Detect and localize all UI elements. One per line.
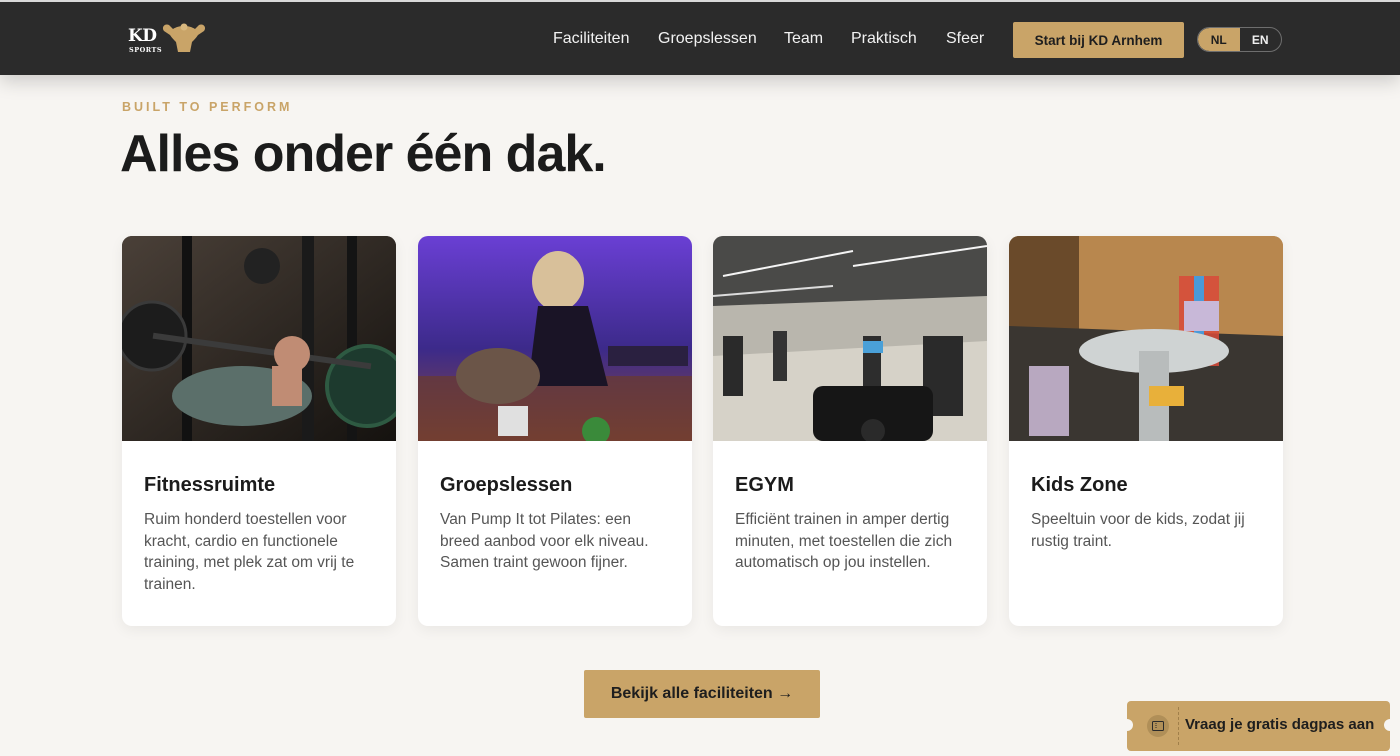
ticket-icon xyxy=(1147,715,1169,737)
ticket-label: Vraag je gratis dagpas aan xyxy=(1185,716,1375,733)
view-all-facilities-button[interactable]: Bekijk alle faciliteiten → xyxy=(584,670,820,718)
bodybuilder-icon xyxy=(162,23,206,52)
facility-card-egym[interactable]: EGYM Efficiënt trainen in amper dertig m… xyxy=(713,236,987,626)
logo-kd-text: KD xyxy=(128,26,157,46)
lang-nl[interactable]: NL xyxy=(1198,28,1240,51)
bench-press-photo xyxy=(122,236,396,441)
language-switcher: NL EN xyxy=(1197,27,1282,52)
facility-card-groepslessen[interactable]: Groepslessen Van Pump It tot Pilates: ee… xyxy=(418,236,692,626)
site-header: KD SPORTS Faciliteiten Groepslessen Team… xyxy=(0,0,1400,75)
nav-link-team[interactable]: Team xyxy=(784,30,823,48)
gym-floor-photo xyxy=(713,236,987,441)
card-title: Groepslessen xyxy=(440,474,573,496)
nav-link-sfeer[interactable]: Sfeer xyxy=(946,30,984,48)
nav-link-praktisch[interactable]: Praktisch xyxy=(851,30,917,48)
card-description: Van Pump It tot Pilates: een breed aanbo… xyxy=(440,511,649,572)
card-title: Kids Zone xyxy=(1031,474,1128,496)
card-description: Efficiënt trainen in amper dertig minute… xyxy=(735,511,953,572)
nav-link-faciliteiten[interactable]: Faciliteiten xyxy=(553,30,629,48)
card-description: Speeltuin voor de kids, zodat jij rustig… xyxy=(1031,511,1245,550)
card-title: EGYM xyxy=(735,474,794,496)
section-title: Alles onder één dak. xyxy=(120,125,607,183)
kids-zone-photo xyxy=(1009,236,1283,441)
lang-en[interactable]: EN xyxy=(1240,28,1282,51)
kd-sports-logo[interactable]: KD SPORTS xyxy=(128,22,212,58)
ticket-notch xyxy=(1384,719,1396,731)
group-class-photo xyxy=(418,236,692,441)
facility-card-fitness[interactable]: Fitnessruimte Ruim honderd toestellen vo… xyxy=(122,236,396,626)
section-eyebrow: BUILT TO PERFORM xyxy=(122,100,293,114)
ticket-notch xyxy=(1121,719,1133,731)
start-cta-button[interactable]: Start bij KD Arnhem xyxy=(1013,22,1184,58)
day-pass-ticket-button[interactable]: Vraag je gratis dagpas aan xyxy=(1121,701,1396,751)
logo-sports-text: SPORTS xyxy=(129,46,163,54)
ticket-divider xyxy=(1178,707,1179,745)
card-title: Fitnessruimte xyxy=(144,474,276,496)
nav-link-groepslessen[interactable]: Groepslessen xyxy=(658,30,757,48)
facility-card-kids-zone[interactable]: Kids Zone Speeltuin voor de kids, zodat … xyxy=(1009,236,1283,626)
card-description: Ruim honderd toestellen voor kracht, car… xyxy=(144,511,355,594)
